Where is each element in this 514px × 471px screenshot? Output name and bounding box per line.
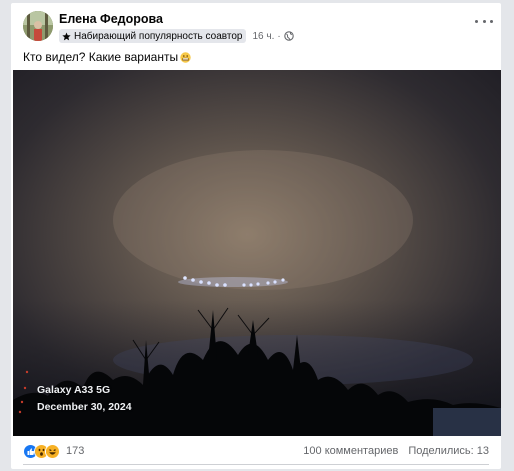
- meta-separator: ·: [277, 30, 281, 42]
- shares-count-link[interactable]: Поделились: 13: [408, 445, 489, 457]
- author-avatar[interactable]: [23, 11, 53, 41]
- globe-icon[interactable]: [283, 31, 294, 41]
- contributor-badge[interactable]: Набирающий популярность соавтор: [59, 29, 247, 43]
- badge-label: Набирающий популярность соавтор: [74, 30, 243, 42]
- haha-icon: [45, 443, 60, 459]
- reactions-summary[interactable]: 173: [23, 443, 85, 459]
- image-overlay-device: Galaxy A33 5G: [37, 384, 111, 396]
- post-photo[interactable]: Galaxy A33 5G December 30, 2024: [13, 70, 501, 436]
- footer-divider: [23, 464, 489, 465]
- post-time[interactable]: 16 ч.: [252, 31, 274, 42]
- author-name[interactable]: Елена Федорова: [59, 12, 163, 26]
- post-meta: Набирающий популярность соавтор 16 ч. ·: [59, 29, 294, 43]
- post-footer: 173 100 комментариев Поделились: 13: [23, 442, 489, 460]
- reactions-count: 173: [66, 445, 85, 457]
- comments-count-link[interactable]: 100 комментариев: [303, 445, 398, 457]
- image-overlay-date: December 30, 2024: [37, 401, 132, 413]
- star-icon: [61, 31, 71, 41]
- grimacing-face-emoji: [180, 51, 191, 63]
- post-text: Кто видел? Какие варианты: [23, 50, 191, 64]
- post-text-content: Кто видел? Какие варианты: [23, 50, 179, 64]
- more-options-icon[interactable]: [475, 15, 493, 27]
- post-card: Елена Федорова Набирающий популярность с…: [11, 3, 501, 469]
